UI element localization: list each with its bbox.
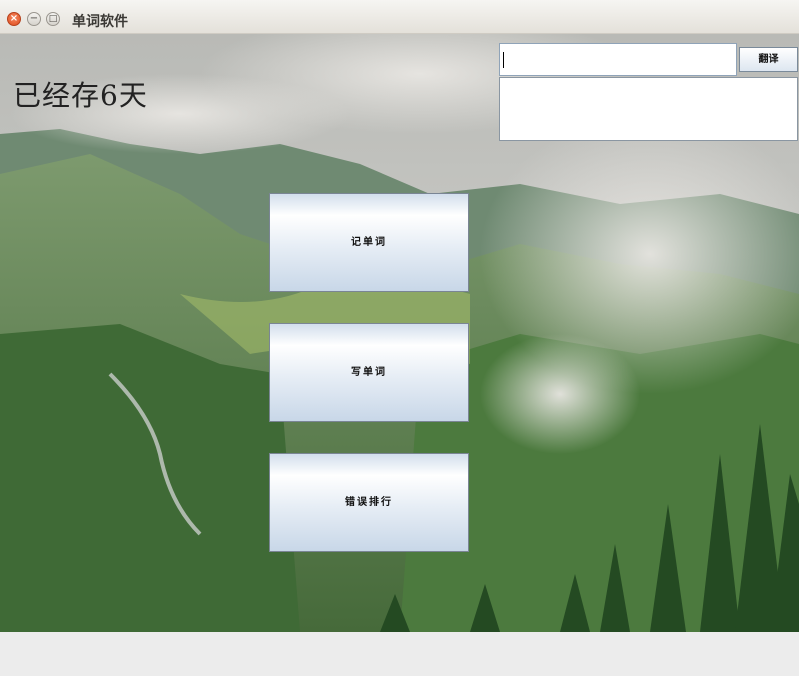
translate-input[interactable]	[499, 43, 737, 76]
maximize-icon[interactable]: □	[46, 12, 60, 26]
window-title: 单词软件	[72, 14, 128, 30]
write-words-button[interactable]: 写单词	[269, 323, 469, 422]
minimize-icon[interactable]: −	[27, 12, 41, 26]
translate-button[interactable]: 翻译	[739, 47, 798, 72]
days-counter-label: 已经存6天	[13, 79, 148, 112]
window-bottom-area	[0, 632, 799, 676]
mistake-ranking-button[interactable]: 错误排行	[269, 453, 469, 552]
close-icon[interactable]: ×	[7, 12, 21, 26]
window-titlebar: × − □ 单词软件	[0, 0, 799, 34]
main-panel: 已经存6天 翻译 记单词 写单词 错误排行	[0, 34, 799, 632]
translation-output-area[interactable]	[499, 77, 798, 141]
text-cursor	[503, 52, 504, 68]
memorize-words-button[interactable]: 记单词	[269, 193, 469, 292]
